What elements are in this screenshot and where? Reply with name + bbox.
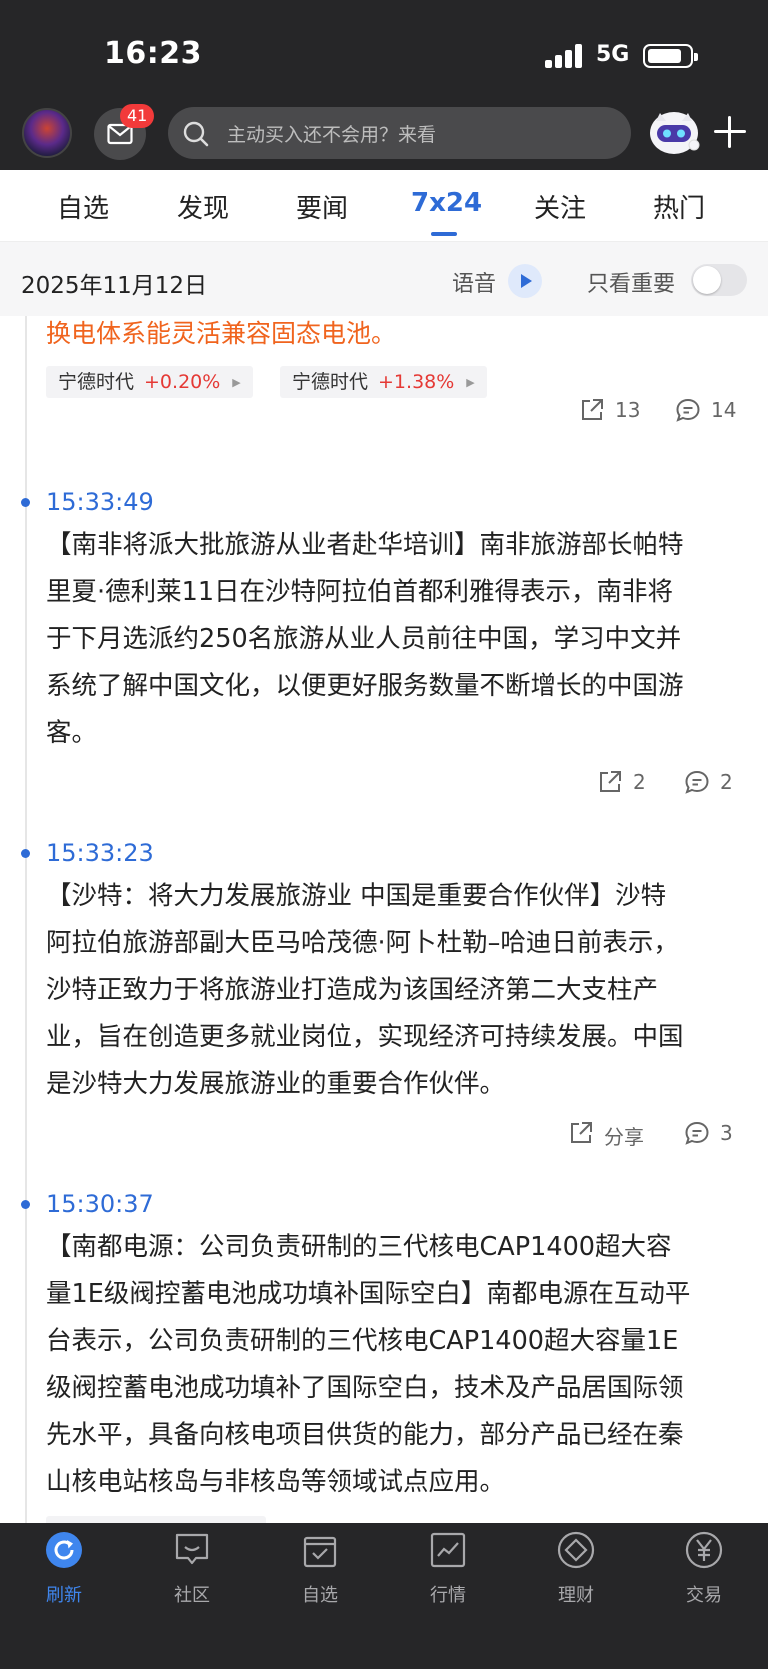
nav-trade[interactable]: 交易 bbox=[664, 1531, 744, 1607]
date-bar: 2025年11月12日 语音 只看重要 bbox=[0, 242, 768, 316]
tab-7x24[interactable]: 7x24 bbox=[411, 188, 482, 218]
stock-name: 宁德时代 bbox=[58, 371, 135, 393]
news-time: 15:30:37 bbox=[46, 1190, 154, 1218]
news-line: 【南都电源：公司负责研制的三代核电CAP1400超大容 bbox=[46, 1232, 672, 1262]
mail-unread-badge: 41 bbox=[120, 104, 155, 128]
timeline-dot bbox=[21, 1200, 30, 1209]
news-line: 山核电站核岛与非核岛等领域试点应用。 bbox=[46, 1467, 506, 1497]
tab-discover[interactable]: 发现 bbox=[177, 188, 229, 225]
news-line: 里夏·德利莱11日在沙特阿拉伯首都利雅得表示，南非将 bbox=[46, 577, 674, 607]
news-line: 于下月选派约250名旅游从业人员前往中国，学习中文并 bbox=[46, 624, 682, 654]
news-line: 台表示，公司负责研制的三代核电CAP1400超大容量1E bbox=[46, 1326, 679, 1356]
comment-icon bbox=[676, 398, 700, 422]
timeline-dot bbox=[21, 849, 30, 858]
news-line: 系统了解中国文化，以便更好服务数量不断增长的中国游 bbox=[46, 671, 684, 701]
comment-icon bbox=[685, 770, 709, 794]
news-time: 15:33:49 bbox=[46, 488, 154, 516]
arrow-right-icon: ▶ bbox=[232, 376, 241, 389]
search-placeholder: 主动买入还不会用？来看 bbox=[227, 124, 437, 146]
news-line: 客。 bbox=[46, 718, 98, 748]
community-icon bbox=[175, 1533, 209, 1565]
nav-watchlist[interactable]: 自选 bbox=[280, 1531, 360, 1607]
share-button[interactable]: 分享 bbox=[568, 1119, 658, 1149]
active-tab-indicator bbox=[431, 232, 457, 236]
stock-change: +1.38% bbox=[378, 371, 455, 393]
top-header: 16:23 5G 41 主动买入还不会用？来看 bbox=[0, 0, 768, 170]
search-bar[interactable]: 主动买入还不会用？来看 bbox=[168, 107, 631, 159]
voice-play-icon[interactable] bbox=[508, 264, 542, 298]
bottom-navigation: 刷新 社区 自选 行情 理财 交易 bbox=[0, 1523, 768, 1669]
voice-label[interactable]: 语音 bbox=[452, 266, 496, 298]
news-feed: 换电体系能灵活兼容固态电池。 宁德时代 +0.20% ▶ 宁德时代 +1.38% ▶ 1… bbox=[0, 316, 768, 1523]
news-body[interactable]: 【南都电源：公司负责研制的三代核电CAP1400超大容 量1E级阀控蓄电池成功填… bbox=[46, 1224, 746, 1506]
share-button[interactable]: 13 bbox=[579, 396, 640, 424]
comment-button[interactable]: 14 bbox=[675, 396, 736, 424]
refresh-icon bbox=[46, 1532, 82, 1568]
category-tabs: 自选 发现 要闻 7x24 关注 热门 bbox=[0, 170, 768, 242]
timeline-dot bbox=[21, 498, 30, 507]
tab-hot[interactable]: 热门 bbox=[653, 188, 705, 225]
stock-name: 宁德时代 bbox=[292, 371, 369, 393]
news-line: 级阀控蓄电池成功填补了国际空白，技术及产品居国际领 bbox=[46, 1373, 684, 1403]
news-line: 沙特正致力于将旅游业打造成为该国经济第二大支柱产 bbox=[46, 975, 659, 1005]
status-time: 16:23 bbox=[104, 36, 202, 71]
news-line: 阿拉伯旅游部副大臣马哈茂德·阿卜杜勒–哈迪日前表示， bbox=[46, 928, 679, 958]
news-line: 量1E级阀控蓄电池成功填补国际空白】南都电源在互动平 bbox=[46, 1279, 691, 1309]
search-icon bbox=[183, 121, 209, 147]
news-line: 【沙特：将大力发展旅游业 中国是重要合作伙伴】沙特 bbox=[46, 881, 667, 911]
nav-wealth[interactable]: 理财 bbox=[536, 1531, 616, 1607]
robot-assistant-icon[interactable] bbox=[646, 103, 702, 159]
user-avatar[interactable] bbox=[22, 108, 72, 158]
important-only-label: 只看重要 bbox=[587, 272, 676, 297]
news-line: 业，旨在创造更多就业岗位，实现经济可持续发展。中国 bbox=[46, 1022, 684, 1052]
news-time: 15:33:23 bbox=[46, 839, 154, 867]
nav-market[interactable]: 行情 bbox=[408, 1531, 488, 1607]
tab-watchlist[interactable]: 自选 bbox=[57, 188, 109, 225]
nav-community[interactable]: 社区 bbox=[152, 1531, 232, 1607]
news-body[interactable]: 【南非将派大批旅游从业者赴华培训】南非旅游部长帕特 里夏·德利莱11日在沙特阿拉… bbox=[46, 522, 746, 757]
news-body[interactable]: 【沙特：将大力发展旅游业 中国是重要合作伙伴】沙特 阿拉伯旅游部副大臣马哈茂德·… bbox=[46, 873, 746, 1108]
watchlist-icon bbox=[303, 1536, 337, 1568]
feed-date: 2025年11月12日 bbox=[21, 273, 208, 299]
toggle-knob[interactable] bbox=[693, 266, 721, 294]
tab-follow[interactable]: 关注 bbox=[534, 188, 586, 225]
nav-refresh[interactable]: 刷新 bbox=[24, 1531, 104, 1607]
share-icon bbox=[582, 399, 603, 420]
share-button[interactable]: 2 bbox=[597, 768, 657, 796]
stock-tag-partial[interactable] bbox=[46, 1516, 266, 1523]
comment-button[interactable]: 2 bbox=[684, 768, 744, 796]
news-body-highlight[interactable]: 换电体系能灵活兼容固态电池。 bbox=[46, 316, 746, 352]
arrow-right-icon: ▶ bbox=[466, 376, 475, 389]
wealth-icon bbox=[557, 1531, 595, 1569]
yen-icon bbox=[685, 1531, 723, 1569]
stock-tag[interactable]: 宁德时代 +1.38% ▶ bbox=[280, 366, 487, 398]
comment-icon bbox=[685, 1121, 709, 1145]
stock-change: +0.20% bbox=[144, 371, 221, 393]
tab-news[interactable]: 要闻 bbox=[296, 188, 348, 225]
share-icon bbox=[571, 1122, 592, 1143]
news-line: 【南非将派大批旅游从业者赴华培训】南非旅游部长帕特 bbox=[46, 530, 684, 560]
network-type: 5G bbox=[596, 42, 630, 67]
news-line: 先水平，具备向核电项目供货的能力，部分产品已经在秦 bbox=[46, 1420, 684, 1450]
battery-icon bbox=[643, 44, 698, 68]
share-icon bbox=[600, 771, 621, 792]
signal-icon bbox=[545, 44, 585, 68]
market-chart-icon bbox=[430, 1532, 466, 1568]
comment-button[interactable]: 3 bbox=[684, 1119, 744, 1147]
news-line: 是沙特大力发展旅游业的重要合作伙伴。 bbox=[46, 1069, 506, 1099]
add-icon[interactable] bbox=[714, 116, 746, 148]
stock-tag[interactable]: 宁德时代 +0.20% ▶ bbox=[46, 366, 253, 398]
